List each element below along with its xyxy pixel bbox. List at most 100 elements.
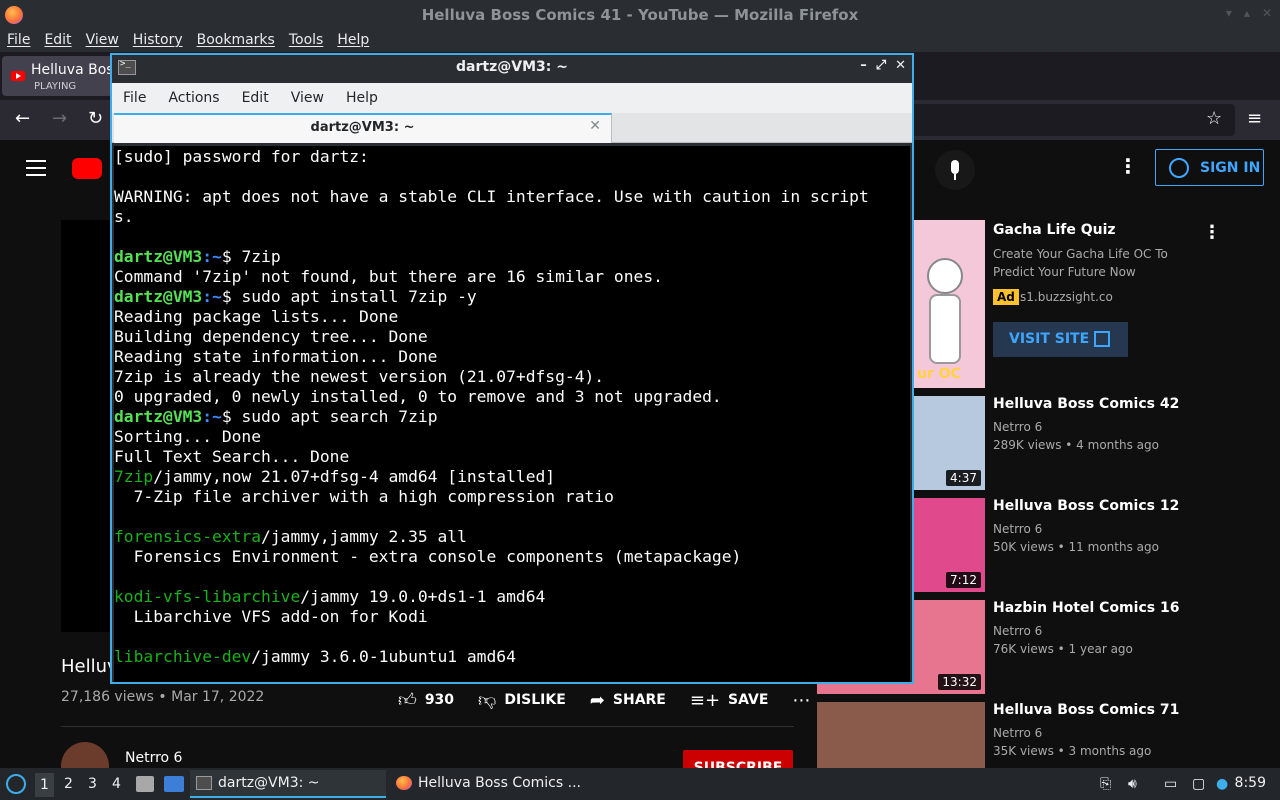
sign-in-button[interactable]: SIGN IN	[1155, 149, 1264, 186]
visit-site-button[interactable]: VISIT SITE	[993, 322, 1128, 357]
terminal-line: libarchive-dev/jammy 3.6.0-1ubuntu1 amd6…	[114, 647, 910, 667]
recommendation-title[interactable]: Helluva Boss Comics 42	[993, 396, 1179, 412]
channel-avatar[interactable]	[61, 742, 109, 768]
minimize-icon[interactable]: ▾	[1226, 6, 1232, 20]
task-firefox[interactable]: Helluva Boss Comics ...	[392, 770, 592, 798]
menu-history[interactable]: History	[126, 30, 190, 52]
menu-help[interactable]: Help	[335, 83, 389, 113]
prompt-path: :~	[202, 247, 222, 266]
youtube-logo-icon[interactable]	[72, 158, 102, 179]
clipboard-icon[interactable]: ⎘	[1100, 776, 1111, 792]
recommendation-channel[interactable]: Netrro 6	[993, 522, 1042, 536]
recommendation-channel[interactable]: Netrro 6	[993, 420, 1042, 434]
dislike-button[interactable]: 👎︎ DISLIKE	[478, 689, 566, 711]
menu-edit[interactable]: Edit	[231, 83, 280, 113]
reload-icon[interactable]: ↻	[88, 108, 103, 129]
terminal-line: dartz@VM3:~$ sudo apt install 7zip -y	[114, 287, 910, 307]
subscribe-button[interactable]: SUBSCRIBE	[683, 750, 793, 768]
firefox-logo-icon	[396, 776, 412, 790]
workspace-1[interactable]: 1	[35, 773, 54, 797]
app-menu-icon[interactable]: ≡	[1247, 108, 1262, 129]
browser-tab[interactable]: Helluva Bos PLAYING	[2, 56, 114, 96]
terminal-line: forensics-extra/jammy,jammy 2.35 all	[114, 527, 910, 547]
recommendation-channel[interactable]: Netrro 6	[993, 624, 1042, 638]
menu-bookmarks[interactable]: Bookmarks	[190, 30, 282, 52]
terminal-line: [sudo] password for dartz:	[114, 147, 369, 166]
ad-character-body	[929, 294, 961, 364]
close-tab-icon[interactable]: ✕	[589, 118, 601, 134]
menu-view[interactable]: View	[280, 83, 335, 113]
prompt-path: :~	[202, 407, 222, 426]
more-actions-button[interactable]: ⋯	[792, 690, 810, 711]
guide-menu-icon[interactable]	[26, 160, 46, 181]
app-launcher-icon[interactable]	[6, 774, 26, 794]
terminal-line: WARNING: apt does not have a stable CLI …	[114, 187, 869, 206]
ad-menu-icon[interactable]: ⋮	[1203, 222, 1221, 243]
recommendation-title[interactable]: Hazbin Hotel Comics 16	[993, 600, 1179, 616]
like-button[interactable]: 👍︎ 930	[398, 689, 454, 711]
prompt-user: dartz@VM3	[114, 287, 203, 306]
url-bar[interactable]	[905, 104, 1235, 136]
recommendation-title[interactable]: Helluva Boss Comics 71	[993, 702, 1179, 718]
recommendation-item[interactable]: Helluva Boss Comics 71 Netrro 6 35K view…	[817, 702, 1227, 768]
display-icon[interactable]: ▭	[1164, 776, 1177, 792]
forward-icon[interactable]: →	[52, 108, 67, 129]
recommendation-title[interactable]: Helluva Boss Comics 12	[993, 498, 1179, 514]
recommendation-channel[interactable]: Netrro 6	[993, 726, 1042, 740]
file-manager-icon[interactable]	[136, 776, 154, 792]
ad-description: Create Your Gacha Life OC To Predict You…	[993, 247, 1168, 279]
command-text: $ sudo apt search 7zip	[221, 407, 438, 426]
menu-view[interactable]: View	[79, 30, 126, 52]
menu-edit[interactable]: Edit	[37, 30, 78, 52]
prompt-user: dartz@VM3	[114, 247, 203, 266]
close-icon[interactable]: ✕	[1262, 6, 1272, 20]
workspace-4[interactable]: 4	[112, 776, 121, 792]
terminal-tab[interactable]: dartz@VM3: ~ ✕	[114, 113, 612, 143]
channel-name[interactable]: Netrro 6	[125, 750, 182, 766]
terminal-window[interactable]: dartz@VM3: ~ – ⤢ ✕ File Actions Edit Vie…	[110, 53, 914, 684]
menu-help[interactable]: Help	[330, 30, 376, 52]
workspace-3[interactable]: 3	[88, 776, 97, 792]
voice-search-icon[interactable]	[935, 150, 975, 190]
volume-icon[interactable]: 🔊︎	[1128, 776, 1137, 792]
menu-file[interactable]: File	[0, 30, 37, 52]
terminal-line: dartz@VM3:~$ 7zip	[114, 247, 910, 267]
menu-actions[interactable]: Actions	[157, 83, 230, 113]
workspace-2[interactable]: 2	[64, 776, 73, 792]
tab-title: Helluva Bos	[31, 62, 114, 78]
terminal-tabstrip: dartz@VM3: ~ ✕	[112, 113, 912, 143]
notification-icon[interactable]: ●	[1216, 776, 1228, 792]
save-button[interactable]: ≡+ SAVE	[690, 690, 769, 711]
close-icon[interactable]: ✕	[895, 58, 906, 73]
account-icon	[1169, 158, 1189, 178]
show-desktop-icon[interactable]	[164, 776, 184, 792]
package-name: libarchive-dev	[114, 647, 252, 666]
task-terminal[interactable]: dartz@VM3: ~	[190, 770, 386, 798]
terminal-line: 0 upgraded, 0 newly installed, 0 to remo…	[114, 387, 722, 406]
back-icon[interactable]: ←	[15, 108, 30, 129]
terminal-titlebar[interactable]: dartz@VM3: ~ – ⤢ ✕	[112, 55, 912, 83]
terminal-line: Sorting... Done	[114, 427, 262, 446]
bookmark-star-icon[interactable]: ☆	[1206, 108, 1222, 129]
minimize-icon[interactable]: –	[860, 58, 867, 73]
ad-character-head	[927, 258, 963, 294]
menu-file[interactable]: File	[112, 83, 157, 113]
prompt-user: dartz@VM3	[114, 407, 203, 426]
menu-tools[interactable]: Tools	[282, 30, 331, 52]
notes-icon[interactable]: ▢	[1192, 776, 1205, 792]
maximize-icon[interactable]: ⤢	[876, 58, 886, 73]
external-link-icon	[1094, 331, 1110, 347]
settings-kebab-icon[interactable]: ⋮	[1118, 154, 1138, 178]
share-button[interactable]: ➦ SHARE	[590, 690, 666, 711]
command-text: $ 7zip	[221, 247, 281, 266]
package-name: kodi-vfs-libarchive	[114, 587, 301, 606]
prompt-path: :~	[202, 287, 222, 306]
maximize-icon[interactable]: ▴	[1244, 6, 1250, 20]
command-text: $ sudo apt install 7zip -y	[221, 287, 477, 306]
terminal-line: kodi-vfs-libarchive/jammy 19.0.0+ds1-1 a…	[114, 587, 910, 607]
terminal-line: Forensics Environment - extra console co…	[114, 547, 742, 566]
ad-title[interactable]: Gacha Life Quiz	[993, 222, 1116, 238]
video-thumbnail[interactable]	[817, 702, 985, 768]
terminal-output[interactable]: [sudo] password for dartz: WARNING: apt d…	[114, 146, 910, 682]
